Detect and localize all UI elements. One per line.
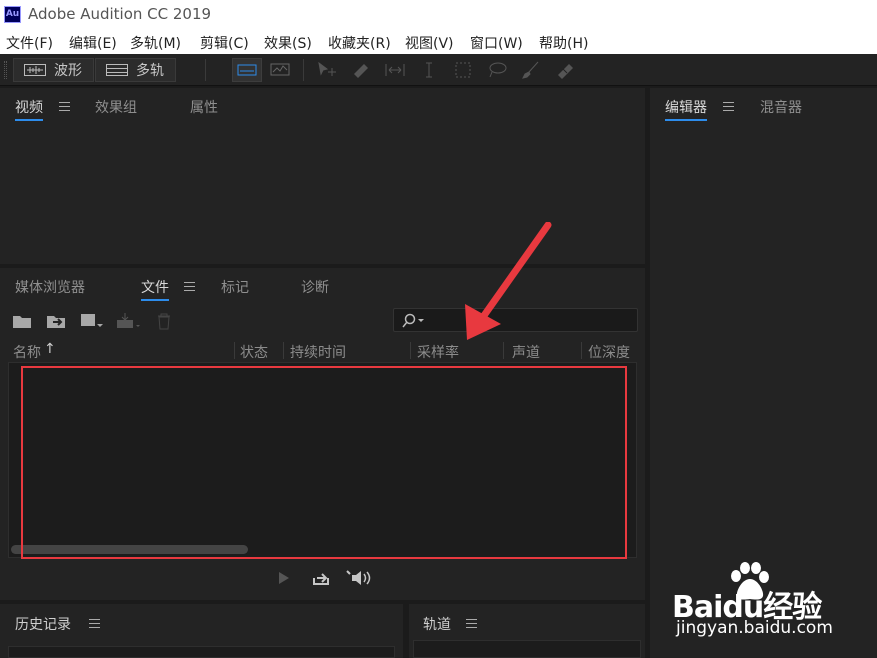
history-panel: 历史记录 (0, 604, 403, 658)
tab-effects-rack[interactable]: 效果组 (95, 97, 137, 117)
tracks-panel: 轨道 (409, 604, 645, 658)
slip-tool-icon (385, 64, 405, 76)
history-list[interactable] (8, 646, 395, 658)
razor-tool-icon (354, 64, 368, 78)
tab-markers[interactable]: 标记 (221, 277, 249, 297)
column-divider[interactable] (283, 342, 284, 359)
column-divider[interactable] (234, 342, 235, 359)
waveform-view-icon (24, 64, 46, 76)
spectral-frequency-icon (237, 64, 257, 76)
slip-tool[interactable] (384, 60, 406, 80)
tab-diagnostics[interactable]: 诊断 (301, 277, 329, 297)
menu-window[interactable]: 窗口(W) (470, 33, 523, 53)
lasso-selection-tool[interactable] (486, 60, 508, 80)
menu-edit[interactable]: 编辑(E) (69, 33, 117, 53)
toolbar-divider (303, 59, 304, 81)
menu-clip[interactable]: 剪辑(C) (200, 33, 249, 53)
tab-mixer[interactable]: 混音器 (760, 97, 802, 117)
tab-history[interactable]: 历史记录 (15, 614, 71, 634)
loop-preview-icon[interactable] (311, 569, 331, 587)
tab-properties[interactable]: 属性 (190, 97, 218, 117)
spectral-frequency-display-button[interactable] (232, 58, 262, 82)
search-icon (402, 313, 424, 328)
column-status[interactable]: 状态 (240, 342, 268, 362)
tab-editor[interactable]: 编辑器 (665, 97, 707, 121)
spot-healing-brush-tool[interactable] (554, 60, 576, 80)
delete-trash-icon[interactable] (155, 312, 173, 330)
highlight-rectangle (21, 366, 627, 559)
marquee-selection-tool[interactable] (452, 60, 474, 80)
new-file-icon[interactable] (79, 312, 103, 330)
open-file-icon[interactable] (12, 312, 34, 330)
column-name[interactable]: 名称 (13, 342, 41, 362)
toolbar-divider (205, 59, 206, 81)
insert-into-multitrack-icon[interactable] (115, 312, 141, 330)
baidu-watermark: Baidu经验 jingyan.baidu.com (672, 562, 872, 642)
panel-menu-icon[interactable] (466, 619, 477, 628)
title-bar: Au Adobe Audition CC 2019 (0, 0, 877, 30)
waveform-button[interactable]: 波形 (13, 58, 94, 82)
tab-files[interactable]: 文件 (141, 277, 169, 301)
menu-view[interactable]: 视图(V) (405, 33, 454, 53)
razor-tool[interactable] (350, 60, 372, 80)
paintbrush-icon (522, 61, 539, 79)
tracks-list[interactable] (413, 640, 641, 658)
move-tool[interactable] (316, 60, 338, 80)
app-title: Adobe Audition CC 2019 (28, 5, 212, 23)
audition-logo-icon: Au (4, 6, 21, 23)
sort-ascending-icon: ↑ (44, 341, 56, 357)
menu-help[interactable]: 帮助(H) (539, 33, 588, 53)
column-divider[interactable] (581, 342, 582, 359)
column-sample-rate[interactable]: 采样率 (417, 342, 459, 362)
column-divider[interactable] (410, 342, 411, 359)
toolbar: 波形 多轨 (0, 54, 877, 86)
panel-menu-icon[interactable] (59, 102, 70, 111)
panel-menu-icon[interactable] (723, 102, 734, 111)
tab-media-browser[interactable]: 媒体浏览器 (15, 277, 85, 297)
column-divider[interactable] (503, 342, 504, 359)
menu-effects[interactable]: 效果(S) (264, 33, 312, 53)
spectral-pitch-icon (270, 63, 290, 76)
play-preview-icon[interactable] (276, 570, 292, 586)
import-file-icon[interactable] (45, 312, 69, 330)
column-bit-depth[interactable]: 位深度 (588, 342, 630, 362)
lasso-icon (489, 62, 507, 78)
column-channels[interactable]: 声道 (512, 342, 540, 362)
panel-menu-icon[interactable] (184, 282, 195, 291)
tab-tracks[interactable]: 轨道 (423, 614, 451, 634)
multitrack-button[interactable]: 多轨 (95, 58, 176, 82)
healing-brush-icon (558, 64, 573, 79)
paintbrush-selection-tool[interactable] (520, 60, 542, 80)
panel-menu-icon[interactable] (89, 619, 100, 628)
move-tool-icon (318, 61, 336, 76)
menu-file[interactable]: 文件(F) (6, 33, 53, 53)
column-duration[interactable]: 持续时间 (290, 342, 346, 362)
multitrack-view-icon (106, 64, 128, 76)
toolbar-grip[interactable] (4, 61, 7, 79)
marquee-selection-icon (455, 62, 471, 78)
waveform-label: 波形 (54, 63, 82, 79)
menu-favorites[interactable]: 收藏夹(R) (328, 33, 391, 53)
auto-play-volume-icon[interactable] (345, 569, 373, 587)
menu-bar: 文件(F) 编辑(E) 多轨(M) 剪辑(C) 效果(S) 收藏夹(R) 视图(… (0, 30, 877, 54)
watermark-url: jingyan.baidu.com (676, 618, 833, 638)
multitrack-label: 多轨 (136, 63, 164, 79)
spectral-pitch-display-button[interactable] (268, 60, 292, 80)
tab-video[interactable]: 视频 (15, 97, 43, 121)
time-selection-icon (426, 62, 432, 78)
menu-multitrack[interactable]: 多轨(M) (130, 33, 181, 53)
time-selection-tool[interactable] (418, 60, 440, 80)
annotation-arrow (465, 222, 552, 340)
